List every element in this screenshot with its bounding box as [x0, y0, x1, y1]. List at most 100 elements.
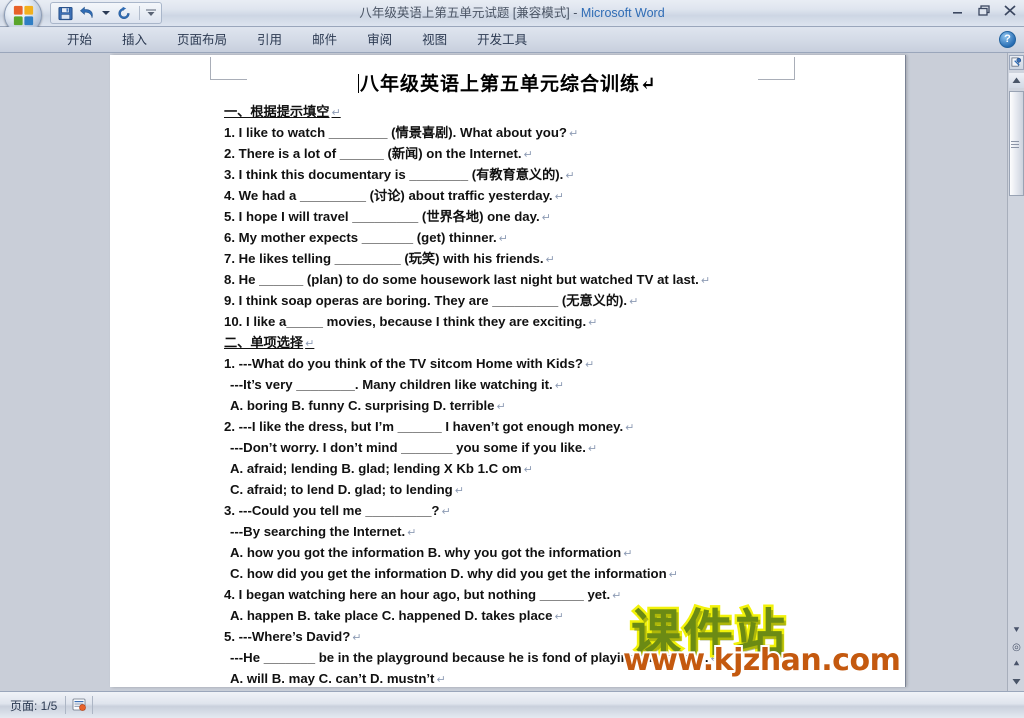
pilcrow-mark: ↵: [541, 212, 551, 224]
vertical-scrollbar[interactable]: ⯆ ◎ ⯅: [1007, 53, 1024, 691]
pilcrow-mark: ↵: [625, 422, 635, 434]
undo-icon: [80, 6, 93, 18]
scroll-down-button[interactable]: [1009, 673, 1024, 690]
customize-quick-access-button[interactable]: [145, 4, 157, 22]
document-line-text: A. happen B. take place C. happened D. t…: [230, 608, 553, 623]
pilcrow-mark: ↵: [565, 170, 575, 182]
ribbon-tabs: 开始 插入 页面布局 引用 邮件 审阅 视图 开发工具: [52, 27, 542, 53]
document-line-text: C. afraid; to lend D. glad; to lending: [230, 482, 453, 497]
document-line: A. will B. may C. can’t D. mustn’t ↵: [110, 669, 905, 690]
proofing-status-button[interactable]: [66, 695, 92, 715]
tab-review[interactable]: 审阅: [352, 27, 407, 53]
document-line: 10. I like a_____ movies, because I thin…: [110, 312, 905, 333]
tab-references[interactable]: 引用: [242, 27, 297, 53]
document-line: 5. I hope I will travel _________ (世界各地)…: [110, 207, 905, 228]
pilcrow-mark: ↵: [554, 611, 564, 623]
tab-insert[interactable]: 插入: [107, 27, 162, 53]
document-line-text: 1. I like to watch ________ (情景喜剧). What…: [224, 125, 567, 140]
document-line-text: 7. He likes telling _________ (玩笑) with …: [224, 251, 544, 266]
document-line: 2. ---I like the dress, but I’m ______ I…: [110, 417, 905, 438]
document-line-text: A. will B. may C. can’t D. mustn’t: [230, 671, 435, 686]
pilcrow-mark: ↵: [407, 527, 417, 539]
document-line: 7. He likes telling _________ (玩笑) with …: [110, 249, 905, 270]
tab-mailings[interactable]: 邮件: [297, 27, 352, 53]
document-line-text: 一、根据提示填空: [224, 104, 330, 119]
document-line: 1. ---What do you think of the TV sitcom…: [110, 354, 905, 375]
document-content: 八年级英语上第五单元综合训练↵ 一、根据提示填空 ↵ 1. I like to wa…: [110, 55, 905, 691]
tab-page-layout[interactable]: 页面布局: [162, 27, 242, 53]
page-number-status[interactable]: 页面: 1/5: [0, 697, 65, 714]
document-page[interactable]: 八年级英语上第五单元综合训练↵ 一、根据提示填空 ↵ 1. I like to wa…: [110, 55, 905, 687]
document-line-text: ---Don’t worry. I don’t mind _______ you…: [230, 440, 586, 455]
document-line: ---It’s very ________. Many children lik…: [110, 375, 905, 396]
select-browse-object-button[interactable]: ◎: [1009, 639, 1024, 656]
document-line: A. boring B. funny C. surprising D. terr…: [110, 396, 905, 417]
pilcrow-mark: ↵: [585, 359, 595, 371]
document-line-text: 2. There is a lot of ______ (新闻) on the …: [224, 146, 522, 161]
select-browse-object-icon[interactable]: [1009, 55, 1024, 70]
triangle-up-icon: [1012, 77, 1021, 83]
save-button[interactable]: [55, 4, 75, 22]
window-controls: [950, 3, 1018, 17]
word-application-window: 八年级英语上第五单元试题 [兼容模式] - Microsoft Word 开始 …: [0, 0, 1024, 718]
tab-home[interactable]: 开始: [52, 27, 107, 53]
close-icon: [1004, 4, 1016, 16]
document-line: 9. I think soap operas are boring. They …: [110, 291, 905, 312]
scrollbar-bottom-buttons: ⯆ ◎ ⯅: [1009, 622, 1024, 690]
document-line: 2. There is a lot of ______ (新闻) on the …: [110, 144, 905, 165]
pilcrow-mark: ↵: [331, 107, 341, 119]
restore-icon: [977, 4, 990, 16]
document-line: ---By searching the Internet. ↵: [110, 522, 905, 543]
triangle-down-icon: [1012, 679, 1021, 685]
document-line-text: ---It’s very ________. Many children lik…: [230, 377, 553, 392]
status-divider-2: [92, 696, 94, 714]
pilcrow-mark: ↵: [496, 401, 506, 413]
toolbar-divider: [139, 6, 140, 20]
pilcrow-mark: ↵: [352, 632, 362, 644]
document-line: 6. My mother expects _______ (get) thinn…: [110, 228, 905, 249]
next-page-button[interactable]: ⯆: [1009, 622, 1024, 639]
title-bar: 八年级英语上第五单元试题 [兼容模式] - Microsoft Word: [0, 0, 1024, 34]
document-line-text: A. how you got the information B. why yo…: [230, 545, 622, 560]
minimize-button[interactable]: [950, 3, 966, 17]
document-heading: 八年级英语上第五单元综合训练↵: [110, 69, 905, 96]
document-line-text: A. afraid; lending B. glad; lending X Kb…: [230, 461, 522, 476]
undo-button[interactable]: [78, 4, 98, 22]
tab-developer[interactable]: 开发工具: [462, 27, 542, 53]
pilcrow-mark: ↵: [710, 653, 720, 665]
pilcrow-mark: ↵: [668, 569, 678, 581]
undo-dropdown-button[interactable]: [101, 4, 111, 22]
browse-object-glyph-icon: [1011, 57, 1022, 67]
document-line-text: C. how did you get the information D. wh…: [230, 566, 667, 581]
document-line: 4. We had a _________ (讨论) about traffic…: [110, 186, 905, 207]
document-line-text: 4. We had a _________ (讨论) about traffic…: [224, 188, 553, 203]
minimize-icon: [953, 12, 962, 14]
text-cursor: [358, 74, 360, 93]
pilcrow-mark: ↵: [454, 485, 464, 497]
document-line: 3. ---Could you tell me _________? ↵: [110, 501, 905, 522]
document-line-text: ---By searching the Internet.: [230, 524, 406, 539]
pilcrow-mark: ↵: [305, 338, 315, 350]
close-button[interactable]: [1002, 3, 1018, 17]
document-line-text: 5. ---Where’s David?: [224, 629, 351, 644]
pilcrow-mark: ↵: [523, 464, 533, 476]
window-title-app: Microsoft Word: [580, 6, 665, 20]
pilcrow-mark: ↵: [523, 149, 533, 161]
restore-button[interactable]: [976, 3, 992, 17]
document-line: C. afraid; to lend D. glad; to lending ↵: [110, 480, 905, 501]
document-line-text: 5. I hope I will travel _________ (世界各地)…: [224, 209, 540, 224]
document-line: 3. I think this documentary is ________ …: [110, 165, 905, 186]
document-line-text: 4. I began watching here an hour ago, bu…: [224, 587, 611, 602]
tab-view[interactable]: 视图: [407, 27, 462, 53]
window-title-document: 八年级英语上第五单元试题 [兼容模式]: [359, 6, 570, 20]
scroll-up-button[interactable]: [1009, 73, 1024, 88]
pilcrow-mark: ↵: [623, 548, 633, 560]
redo-button[interactable]: [114, 4, 134, 22]
pilcrow-mark: ↵: [629, 296, 639, 308]
document-lines: 一、根据提示填空 ↵ 1. I like to watch ________ (情景…: [110, 102, 905, 691]
help-button[interactable]: ?: [999, 31, 1016, 48]
document-line: C. how did you get the information D. wh…: [110, 564, 905, 585]
document-line: A. afraid; lending B. glad; lending X Kb…: [110, 459, 905, 480]
previous-page-button[interactable]: ⯅: [1009, 656, 1024, 673]
pilcrow-mark: ↵: [587, 443, 598, 455]
